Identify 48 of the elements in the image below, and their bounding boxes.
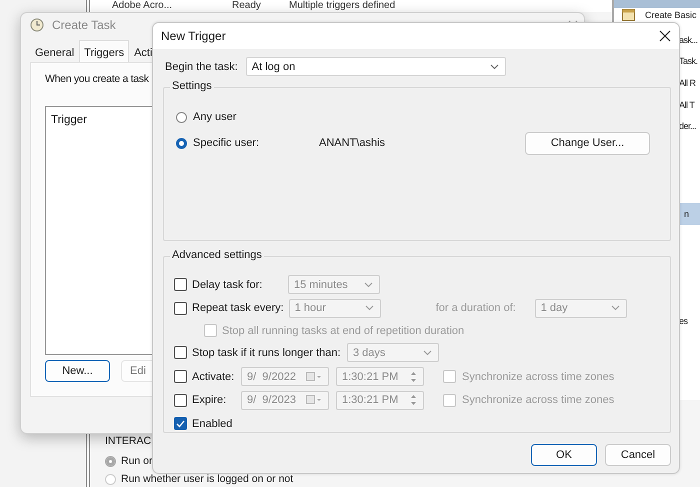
chevron-icon (364, 282, 373, 288)
group-title: Advanced settings (170, 249, 264, 261)
chevron-icon (610, 305, 620, 312)
radio-label: Run or (121, 455, 153, 467)
checkbox-label: Synchronize across time zones (462, 370, 614, 383)
spinner-icon[interactable] (410, 370, 417, 383)
checkbox-label: Activate: (192, 370, 236, 383)
group-title: Settings (170, 80, 214, 92)
radio-button[interactable] (105, 456, 116, 466)
radio-label: Any user (193, 111, 238, 123)
tab[interactable]: General (30, 42, 80, 62)
radio-button[interactable] (176, 112, 187, 122)
checkbox[interactable] (174, 417, 187, 430)
radio-label: Specific user: (193, 137, 260, 149)
chevron-icon (423, 350, 432, 356)
begin-dropdown[interactable]: At log on (246, 57, 506, 76)
duration-label: for a duration of: (436, 302, 517, 314)
calendar-icon (622, 8, 635, 20)
section-heading: INTERAC (105, 435, 152, 448)
chevron-icon (364, 305, 374, 312)
checkbox-label: Stop all running tasks at end of repetition duration (222, 324, 464, 337)
checkbox-label: Synchronize across time zones (462, 394, 614, 406)
change-user-button[interactable]: Change User... (525, 132, 650, 154)
checkbox-label: Delay task for: (192, 278, 264, 291)
chevron-icon (490, 64, 499, 70)
task-triggers: Multiple triggers defined (289, 0, 396, 12)
column-header: Trigger (51, 114, 87, 126)
clock-icon (30, 18, 44, 32)
begin-label: Begin the task: (165, 60, 238, 72)
description-text: When you create a task (45, 73, 150, 85)
checkbox-label: Stop task if it runs longer than: (192, 346, 342, 359)
radio-button[interactable] (176, 138, 187, 148)
close-icon[interactable] (659, 30, 671, 42)
checkbox-label: Repeat task every: (192, 302, 284, 314)
window-title: Create Task (52, 18, 116, 32)
user-name: ANANT\ashis (319, 137, 386, 149)
spinner-icon[interactable] (410, 394, 417, 406)
dialog-button[interactable]: OK (531, 444, 597, 466)
checkbox-label: Expire: (192, 394, 228, 406)
task-status: Ready (232, 0, 262, 12)
radio-label: Run whether user is logged on or not (121, 473, 294, 485)
checkbox-label: Enabled (192, 418, 232, 430)
trigger-button[interactable]: New... (45, 360, 110, 382)
tab[interactable]: Triggers (79, 40, 130, 62)
task-name: Adobe Acro... (112, 0, 174, 12)
dialog-button[interactable]: Cancel (605, 444, 671, 466)
action-item[interactable]: Create Basic (614, 8, 700, 21)
dialog-title: New Trigger (161, 29, 226, 43)
